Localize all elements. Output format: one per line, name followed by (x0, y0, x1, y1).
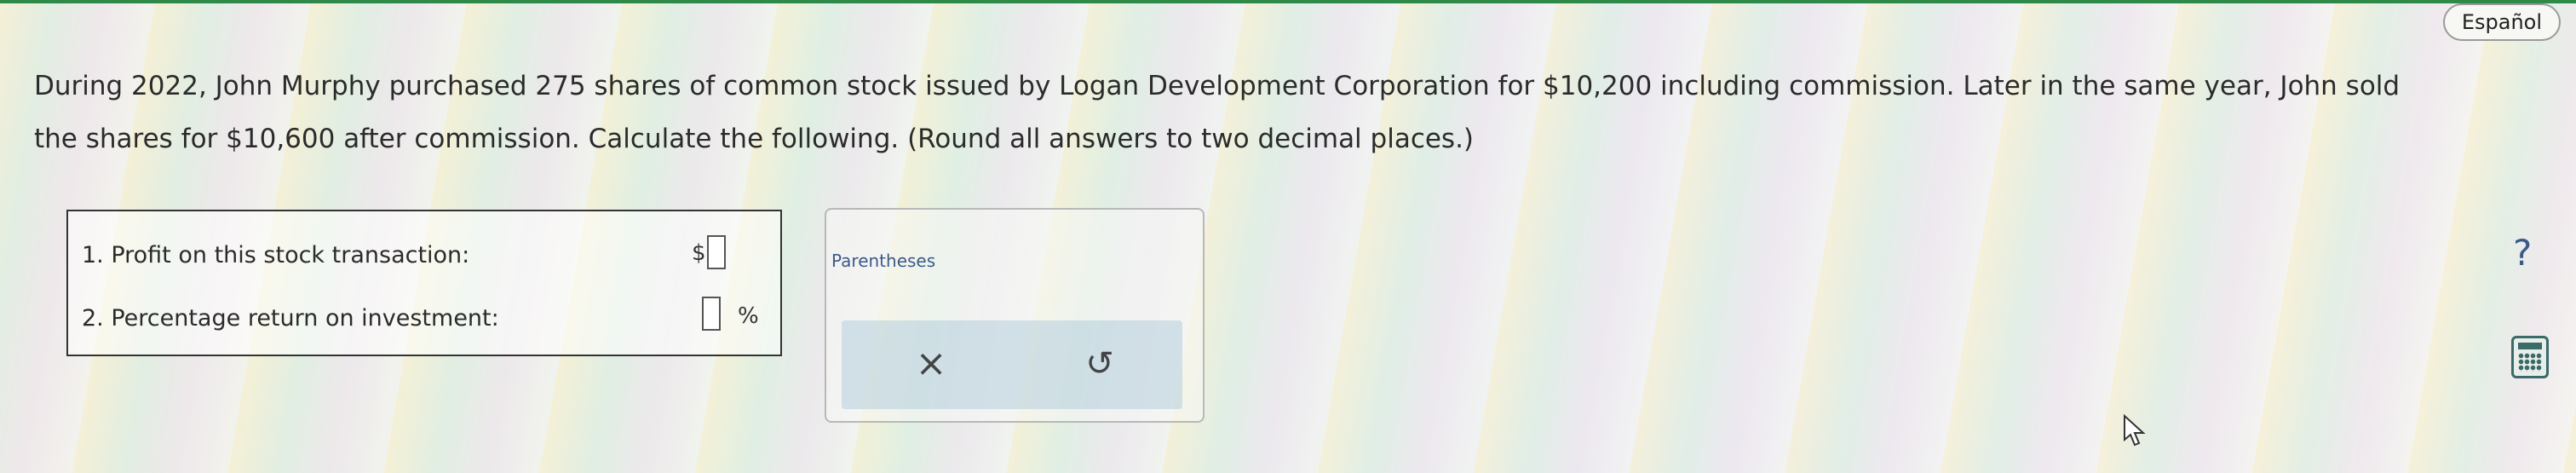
clear-icon[interactable]: × (910, 343, 952, 385)
mouse-cursor-icon (2124, 414, 2146, 447)
help-icon[interactable]: ? (2513, 232, 2532, 274)
calculator-keys (2518, 353, 2542, 372)
action-bar: × ↺ (842, 320, 1182, 409)
language-button[interactable]: Español (2442, 3, 2561, 41)
question-text: During 2022, John Murphy purchased 275 s… (34, 71, 2401, 154)
answer-label-return: 2. Percentage return on investment: (82, 305, 499, 332)
calculator-screen (2518, 343, 2542, 349)
undo-icon[interactable]: ↺ (1078, 343, 1121, 385)
profit-input[interactable] (707, 235, 726, 269)
dollar-prefix: $ (692, 240, 706, 266)
answer-label-profit: 1. Profit on this stock transaction: (82, 242, 470, 268)
calculator-icon[interactable] (2511, 336, 2549, 378)
math-tool-panel: Parentheses × ↺ (825, 208, 1205, 423)
percent-suffix: % (738, 303, 759, 329)
parentheses-button[interactable]: Parentheses (831, 251, 935, 271)
answer-box: 1. Profit on this stock transaction: $ 2… (66, 210, 782, 356)
top-accent-bar (0, 0, 2576, 3)
return-input[interactable] (702, 297, 721, 331)
